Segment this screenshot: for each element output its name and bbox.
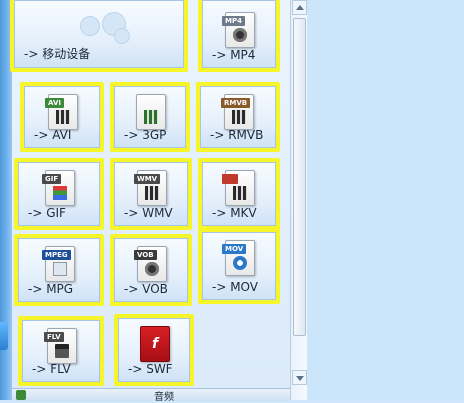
tile-mov[interactable]: MOV -> MOV	[198, 228, 280, 304]
tile-label: -> MKV	[212, 206, 257, 220]
mpg-file-icon: MPEG	[42, 246, 75, 282]
scroll-thumb[interactable]	[293, 18, 306, 336]
tile-gif[interactable]: GIF -> GIF	[14, 158, 104, 230]
tile-mpg[interactable]: MPEG -> MPG	[14, 234, 104, 306]
left-edge-tab	[0, 322, 8, 350]
format-tag	[222, 174, 238, 184]
swf-file-icon: f	[140, 326, 170, 362]
mov-file-icon: MOV	[222, 240, 255, 276]
tile-label: -> WMV	[124, 206, 173, 220]
tile-wmv[interactable]: WMV -> WMV	[110, 158, 192, 230]
tile-label: -> MOV	[212, 280, 258, 294]
mkv-file-icon	[222, 170, 255, 206]
tile-label: -> AVI	[34, 128, 72, 142]
format-tag: MPEG	[42, 250, 71, 260]
flv-file-icon: FLV	[44, 328, 77, 364]
vob-file-icon: VOB	[134, 246, 167, 282]
tile-label: -> GIF	[28, 206, 66, 220]
tile-label: -> MPG	[28, 282, 74, 296]
tile-swf[interactable]: f -> SWF	[114, 314, 194, 386]
scroll-down-button[interactable]	[292, 370, 307, 385]
avi-file-icon: AVI	[45, 94, 78, 130]
tile-label: -> VOB	[124, 282, 168, 296]
format-panel: -> 移动设备 MP4 -> MP4 AVI -> AVI -> 3GP RMV…	[10, 0, 291, 400]
tile-label: -> SWF	[128, 362, 173, 376]
format-tag: MP4	[222, 16, 245, 26]
tile-label: -> 移动设备	[24, 47, 91, 61]
tile-mp4[interactable]: MP4 -> MP4	[198, 0, 280, 72]
wmv-file-icon: WMV	[134, 170, 167, 206]
mp4-file-icon: MP4	[222, 12, 255, 48]
tile-rmvb[interactable]: RMVB -> RMVB	[196, 82, 280, 152]
format-tag: FLV	[44, 332, 64, 342]
tile-label: -> 3GP	[124, 128, 167, 142]
audio-icon	[16, 390, 26, 400]
gif-file-icon: GIF	[42, 170, 75, 206]
rmvb-file-icon: RMVB	[221, 94, 254, 130]
tile-label: -> FLV	[32, 362, 71, 376]
format-tag: MOV	[222, 244, 247, 254]
background-area	[307, 0, 464, 400]
tile-vob[interactable]: VOB -> VOB	[110, 234, 192, 306]
format-tag: VOB	[134, 250, 157, 260]
format-tag: GIF	[42, 174, 62, 184]
tile-label: -> MP4	[212, 48, 256, 62]
3gp-file-icon	[136, 94, 166, 130]
tile-avi[interactable]: AVI -> AVI	[20, 82, 104, 152]
tile-3gp[interactable]: -> 3GP	[110, 82, 190, 152]
format-tag: AVI	[45, 98, 64, 108]
tile-flv[interactable]: FLV -> FLV	[18, 316, 104, 386]
tile-mobile-device[interactable]: -> 移动设备	[10, 0, 188, 72]
audio-category-bar[interactable]: 音频	[12, 388, 290, 403]
format-tag: RMVB	[221, 98, 251, 108]
tile-mkv[interactable]: -> MKV	[198, 158, 280, 230]
mobile-device-icon	[74, 10, 134, 46]
scroll-up-button[interactable]	[292, 0, 307, 15]
audio-category-label: 音频	[154, 392, 174, 403]
tile-label: -> RMVB	[210, 128, 264, 142]
format-tag: WMV	[134, 174, 161, 184]
